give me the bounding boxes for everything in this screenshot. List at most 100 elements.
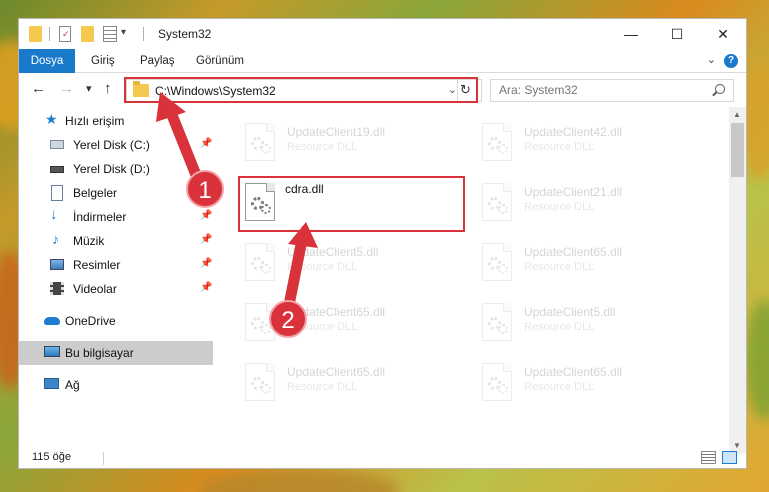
step-1-badge: 1 [186, 170, 224, 208]
file-highlight-box [238, 176, 465, 232]
recent-locations-button[interactable]: ▾ [86, 82, 92, 95]
pin-icon[interactable]: 📌 [200, 258, 212, 269]
star-icon: ★ [45, 111, 58, 127]
file-name: UpdateClient65.dll [524, 245, 623, 259]
maximize-button[interactable]: ☐ [654, 19, 700, 49]
back-button[interactable]: ← [31, 80, 46, 97]
file-type: Resource DLL [287, 381, 358, 393]
dll-file-icon [482, 303, 512, 341]
ribbon-expand-icon[interactable]: ⌄ [707, 53, 716, 66]
item-count: 115 öğe [32, 451, 71, 463]
dll-file-icon [482, 363, 512, 401]
computer-icon [44, 346, 60, 357]
tab-gorunum[interactable]: Görünüm [186, 49, 254, 73]
title-separator [143, 27, 144, 41]
sidebar-item-label: Yerel Disk (D:) [73, 162, 150, 176]
pin-icon[interactable]: 📌 [200, 282, 212, 293]
pin-icon[interactable]: 📌 [200, 234, 212, 245]
dll-file-icon [482, 243, 512, 281]
cloud-icon [44, 317, 60, 325]
address-highlight-box [124, 77, 478, 103]
file-name: UpdateClient19.dll [287, 125, 386, 139]
sidebar-item-onedrive[interactable]: OneDrive [19, 309, 213, 333]
file-item[interactable]: UpdateClient65.dll Resource DLL [476, 359, 696, 407]
file-type: Resource DLL [287, 141, 358, 153]
pin-icon[interactable]: 📌 [200, 210, 212, 221]
dll-file-icon [245, 243, 275, 281]
large-icons-view-icon[interactable] [722, 451, 737, 464]
dll-file-icon [245, 363, 275, 401]
network-icon [44, 378, 59, 389]
dll-file-icon [482, 183, 512, 221]
file-type: Resource DLL [524, 261, 595, 273]
tab-dosya[interactable]: Dosya [19, 49, 75, 73]
drive-icon [50, 140, 64, 149]
file-item[interactable]: UpdateClient65.dll Resource DLL [239, 359, 459, 407]
sidebar-item-network[interactable]: Ağ [19, 373, 213, 397]
sidebar-item-documents[interactable]: Belgeler [19, 181, 213, 205]
up-button[interactable]: ↑ [104, 80, 112, 97]
sidebar-item-pictures[interactable]: Resimler 📌 [19, 253, 213, 277]
file-type: Resource DLL [524, 381, 595, 393]
file-name: UpdateClient21.dll [524, 185, 623, 199]
file-item[interactable]: UpdateClient5.dll Resource DLL [476, 299, 696, 347]
scroll-thumb[interactable] [731, 123, 744, 177]
file-item[interactable]: UpdateClient42.dll Resource DLL [476, 119, 696, 167]
dll-file-icon [482, 123, 512, 161]
music-icon: ♪ [52, 231, 59, 247]
sidebar-item-this-pc[interactable]: Bu bilgisayar [19, 341, 213, 365]
sidebar-item-music[interactable]: ♪ Müzik 📌 [19, 229, 213, 253]
details-view-icon[interactable] [701, 451, 716, 464]
minimize-button[interactable]: — [608, 19, 654, 49]
close-button[interactable]: ✕ [700, 19, 746, 49]
sidebar-item-quick-access[interactable]: ★ Hızlı erişim [19, 109, 213, 133]
dll-file-icon [245, 123, 275, 161]
step-2-badge: 2 [269, 300, 307, 338]
sidebar-item-label: OneDrive [65, 314, 116, 328]
sidebar-item-label: Resimler [73, 258, 121, 272]
file-item[interactable]: UpdateClient65.dll Resource DLL [476, 239, 696, 287]
file-item[interactable]: UpdateClient21.dll Resource DLL [476, 179, 696, 227]
file-name: UpdateClient5.dll [287, 245, 379, 259]
sidebar-item-videos[interactable]: Videolar 📌 [19, 277, 213, 301]
download-icon: ↓ [50, 206, 58, 223]
properties-icon[interactable]: ✓ [59, 26, 71, 42]
navigation-bar: ← → ▾ ↑ C:\Windows\System32 ⌄ ↻ [19, 74, 746, 106]
file-name: UpdateClient42.dll [524, 125, 623, 139]
sidebar-item-local-disk-c[interactable]: Yerel Disk (C:) 📌 [19, 133, 213, 157]
documents-icon [51, 185, 63, 201]
customize-toolbar-icon[interactable] [103, 26, 117, 42]
new-folder-icon[interactable] [81, 26, 94, 42]
scroll-up-icon[interactable]: ▲ [733, 110, 741, 119]
file-type: Resource DLL [524, 321, 595, 333]
search-input[interactable] [499, 83, 699, 97]
chevron-down-icon[interactable]: ▾ [121, 27, 126, 38]
file-explorer-window: ✓ ▾ System32 — ☐ ✕ Dosya Giriş Paylaş Gö… [18, 18, 747, 469]
sidebar-item-local-disk-d[interactable]: Yerel Disk (D:) [19, 157, 213, 181]
pin-icon[interactable]: 📌 [200, 138, 212, 149]
file-type: Resource DLL [524, 141, 595, 153]
status-bar: 115 öğe [19, 446, 746, 468]
sidebar-item-label: Müzik [73, 234, 105, 248]
file-item[interactable]: UpdateClient5.dll Resource DLL [239, 239, 459, 287]
drive-icon [50, 166, 64, 173]
sidebar-item-label: İndirmeler [73, 210, 127, 224]
file-name: UpdateClient65.dll [287, 365, 386, 379]
forward-button[interactable]: → [59, 80, 74, 97]
sidebar-item-downloads[interactable]: ↓ İndirmeler 📌 [19, 205, 213, 229]
tab-paylas[interactable]: Paylaş [130, 49, 185, 73]
help-icon[interactable]: ? [724, 54, 738, 68]
sidebar-item-label: Videolar [73, 282, 117, 296]
tab-giris[interactable]: Giriş [81, 49, 125, 73]
sidebar-item-label: Hızlı erişim [65, 114, 125, 128]
search-icon[interactable] [715, 84, 725, 94]
folder-icon[interactable] [29, 26, 42, 42]
file-name: UpdateClient5.dll [524, 305, 616, 319]
ribbon-tabs: Dosya Giriş Paylaş Görünüm ⌄ ? [19, 49, 746, 73]
navigation-pane: ★ Hızlı erişim Yerel Disk (C:) 📌 Yerel D… [19, 109, 213, 454]
video-icon [50, 282, 64, 295]
sidebar-item-label: Belgeler [73, 186, 118, 200]
file-item[interactable]: UpdateClient19.dll Resource DLL [239, 119, 459, 167]
search-box[interactable] [490, 79, 734, 102]
vertical-scrollbar[interactable]: ▲ ▼ [729, 107, 746, 454]
